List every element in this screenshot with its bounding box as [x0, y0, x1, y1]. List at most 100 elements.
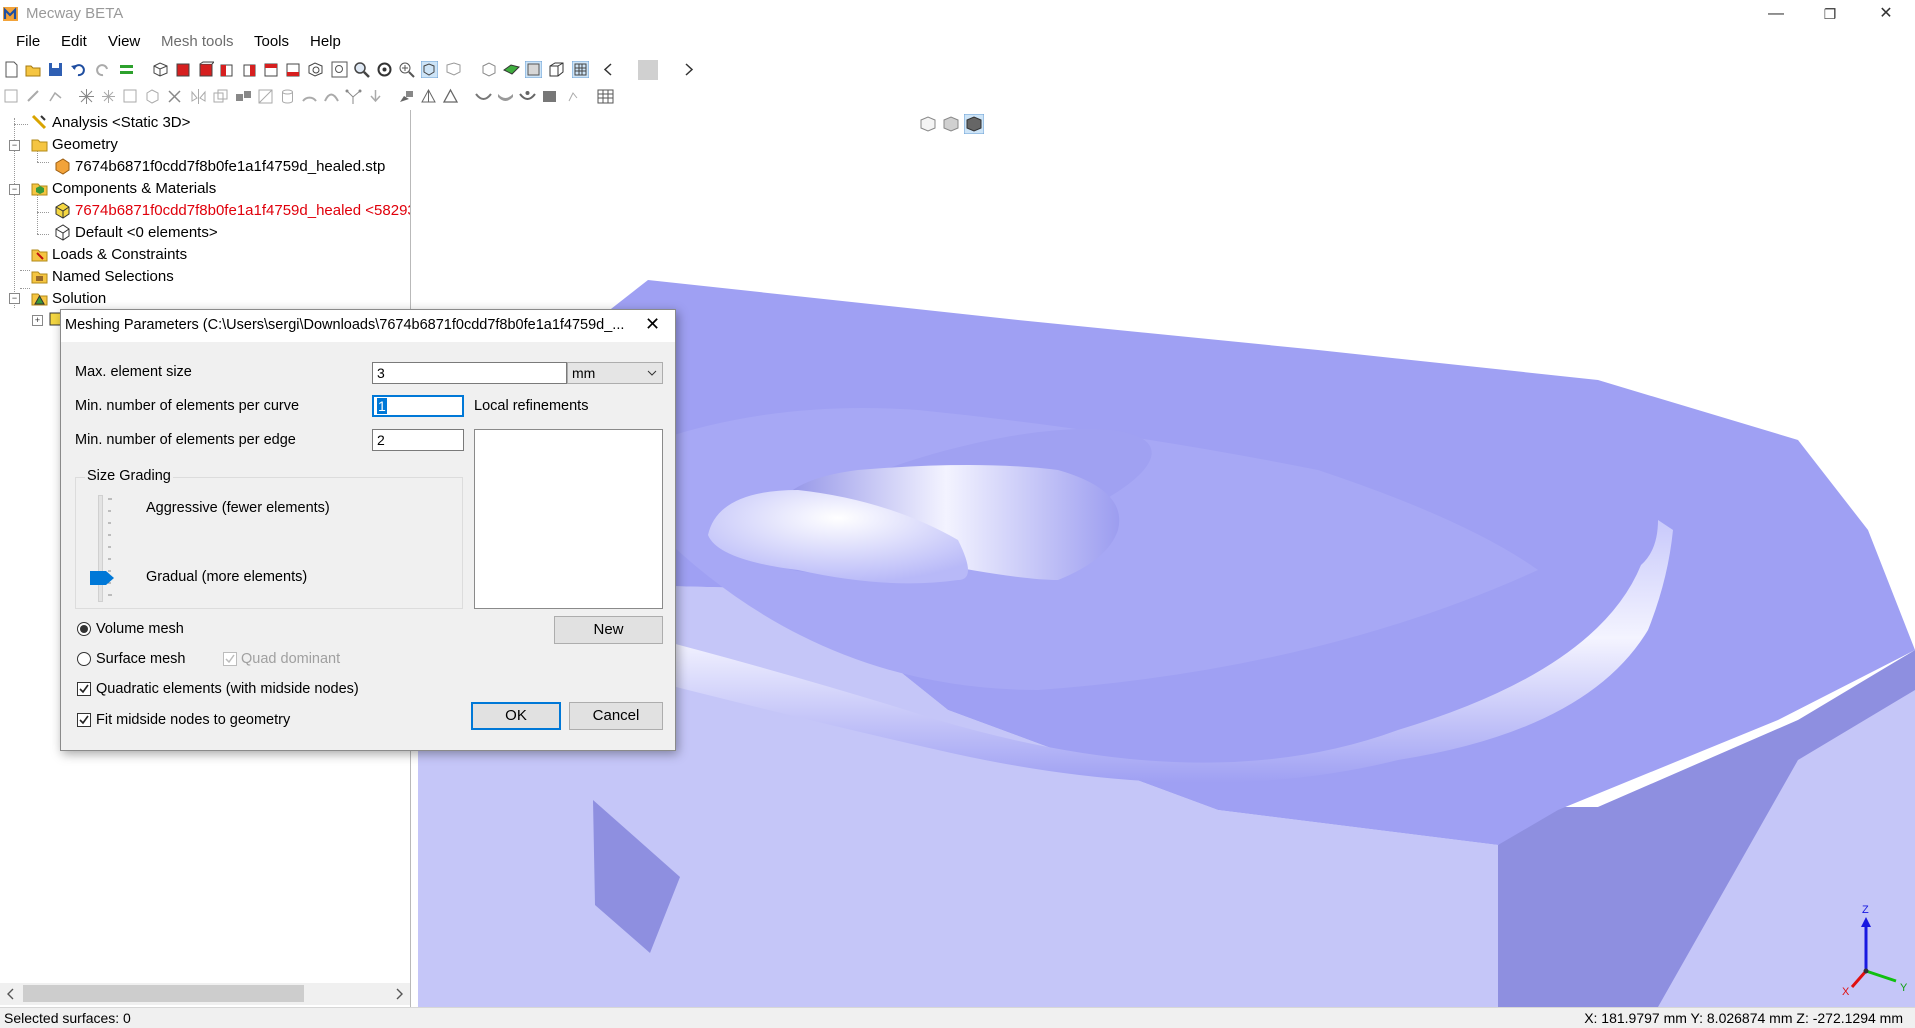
min-per-edge-input[interactable]	[372, 429, 464, 451]
select-surface-icon[interactable]	[445, 61, 462, 78]
rotate-view-icon[interactable]	[376, 61, 393, 78]
revolve-icon[interactable]	[47, 88, 64, 105]
mesh-grid-icon[interactable]	[572, 61, 589, 78]
toolbar-slider-thumb[interactable]	[638, 60, 658, 80]
scroll-left-arrow-icon[interactable]	[5, 988, 17, 1000]
tree-item-default[interactable]: Default <0 elements>	[54, 222, 410, 244]
menu-help[interactable]: Help	[310, 33, 341, 50]
view-iso-icon[interactable]	[307, 61, 324, 78]
expand-solution-child[interactable]: +	[32, 315, 43, 326]
tree-item-named-selections[interactable]: Named Selections	[31, 266, 401, 288]
triangle-mesh-icon[interactable]	[442, 88, 459, 105]
max-element-size-input[interactable]	[372, 362, 567, 384]
cancel-button[interactable]: Cancel	[569, 702, 663, 730]
surface-mesh-radio[interactable]	[77, 652, 91, 666]
minimize-button[interactable]: —	[1748, 0, 1804, 28]
maximize-button[interactable]: ❐	[1802, 0, 1858, 28]
view-left-icon[interactable]	[219, 61, 236, 78]
unit-dropdown[interactable]: mm	[567, 362, 663, 384]
tree-item-analysis[interactable]: Analysis <Static 3D>	[31, 112, 401, 134]
open-folder-icon[interactable]	[25, 61, 42, 78]
menu-edit[interactable]: Edit	[61, 33, 87, 50]
delete-element-icon[interactable]	[166, 88, 183, 105]
menu-file[interactable]: File	[16, 33, 40, 50]
table-icon[interactable]	[597, 88, 614, 105]
local-refinements-list[interactable]	[474, 429, 663, 609]
transparent-mode-icon[interactable]	[548, 61, 565, 78]
expand-components[interactable]: −	[9, 184, 20, 195]
expand-geometry[interactable]: −	[9, 140, 20, 151]
scroll-right-arrow-icon[interactable]	[393, 988, 405, 1000]
tree-horizontal-scrollbar[interactable]	[0, 983, 410, 1005]
view-hidden-icon[interactable]	[941, 114, 961, 134]
quad-dominant-checkbox[interactable]	[223, 652, 237, 666]
tree-item-geometry[interactable]: Geometry	[31, 134, 401, 156]
cylinder-icon[interactable]	[279, 88, 296, 105]
tree-item-components[interactable]: Components & Materials	[31, 178, 401, 200]
wireframe-view-icon[interactable]	[152, 61, 169, 78]
grading-slider-thumb[interactable]	[89, 570, 115, 586]
view-wire-icon[interactable]	[918, 114, 938, 134]
volume-mesh-radio[interactable]	[77, 622, 91, 636]
view-top-icon[interactable]	[263, 61, 280, 78]
menu-tools[interactable]: Tools	[254, 33, 289, 50]
volume-mesh-icon[interactable]	[519, 88, 536, 105]
move-icon[interactable]	[212, 88, 229, 105]
view-right-icon[interactable]	[241, 61, 258, 78]
quadratic-elements-checkbox[interactable]	[77, 682, 91, 696]
extrude-icon[interactable]	[25, 88, 42, 105]
surface-mesh-icon[interactable]	[497, 88, 514, 105]
tree-item-loads[interactable]: Loads & Constraints	[31, 244, 401, 266]
tree-item-component[interactable]: 7674b6871f0cdd7f8b0fe1a1f4759d_healed <5…	[54, 200, 410, 222]
redo-icon[interactable]	[94, 61, 111, 78]
hex-mesh-icon[interactable]	[541, 88, 558, 105]
nodes-icon[interactable]	[345, 88, 362, 105]
layers-icon[interactable]	[118, 61, 135, 78]
new-refinement-button[interactable]: New	[554, 616, 663, 644]
mirror-icon[interactable]	[190, 88, 207, 105]
undo-icon[interactable]	[70, 61, 87, 78]
zoom-icon[interactable]	[353, 61, 370, 78]
project-icon[interactable]	[367, 88, 384, 105]
gradual-label: Gradual (more elements)	[146, 569, 308, 585]
explode-icon[interactable]	[78, 88, 95, 105]
solid-mode-icon[interactable]	[525, 61, 542, 78]
save-icon[interactable]	[47, 61, 64, 78]
select-mode-icon[interactable]	[421, 61, 438, 78]
stats-icon[interactable]	[565, 88, 582, 105]
scrollbar-thumb[interactable]	[23, 985, 304, 1002]
expand-solution[interactable]: −	[9, 293, 20, 304]
fit-midside-checkbox[interactable]	[77, 713, 91, 727]
view-front-icon[interactable]	[175, 61, 192, 78]
scale-icon[interactable]	[257, 88, 274, 105]
zoom-fit-icon[interactable]	[331, 61, 348, 78]
refine-icon[interactable]	[122, 88, 139, 105]
scroll-right-icon[interactable]	[680, 61, 697, 78]
menu-view[interactable]: View	[108, 33, 140, 50]
convert-icon[interactable]	[144, 88, 161, 105]
surface-mode-icon[interactable]	[503, 61, 520, 78]
select-element-icon[interactable]	[3, 88, 20, 105]
view-bottom-icon[interactable]	[285, 61, 302, 78]
zoom-window-icon[interactable]	[398, 61, 415, 78]
menu-mesh-tools[interactable]: Mesh tools	[161, 33, 234, 50]
tree-item-solution[interactable]: Solution	[31, 288, 401, 310]
ok-button[interactable]: OK	[471, 702, 561, 730]
dialog-close-button[interactable]: ✕	[645, 314, 660, 335]
merge-nodes-icon[interactable]	[100, 88, 117, 105]
new-file-icon[interactable]	[3, 61, 20, 78]
select-node-icon[interactable]	[480, 61, 497, 78]
bend-icon[interactable]	[323, 88, 340, 105]
tree-item-geometry-file[interactable]: 7674b6871f0cdd7f8b0fe1a1f4759d_healed.st…	[54, 156, 410, 178]
dialog-title-bar[interactable]: Meshing Parameters (C:\Users\sergi\Downl…	[61, 310, 675, 342]
scroll-left-icon[interactable]	[600, 61, 617, 78]
copy-icon[interactable]	[235, 88, 252, 105]
paint-icon[interactable]	[398, 88, 415, 105]
view-shaded-icon[interactable]	[964, 114, 984, 134]
sweep-icon[interactable]	[301, 88, 318, 105]
tet-mesh-icon[interactable]	[420, 88, 437, 105]
min-per-curve-input[interactable]: 1	[372, 395, 464, 417]
view-back-icon[interactable]	[197, 61, 214, 78]
close-window-button[interactable]: ✕	[1858, 0, 1914, 28]
shell-icon[interactable]	[475, 88, 492, 105]
